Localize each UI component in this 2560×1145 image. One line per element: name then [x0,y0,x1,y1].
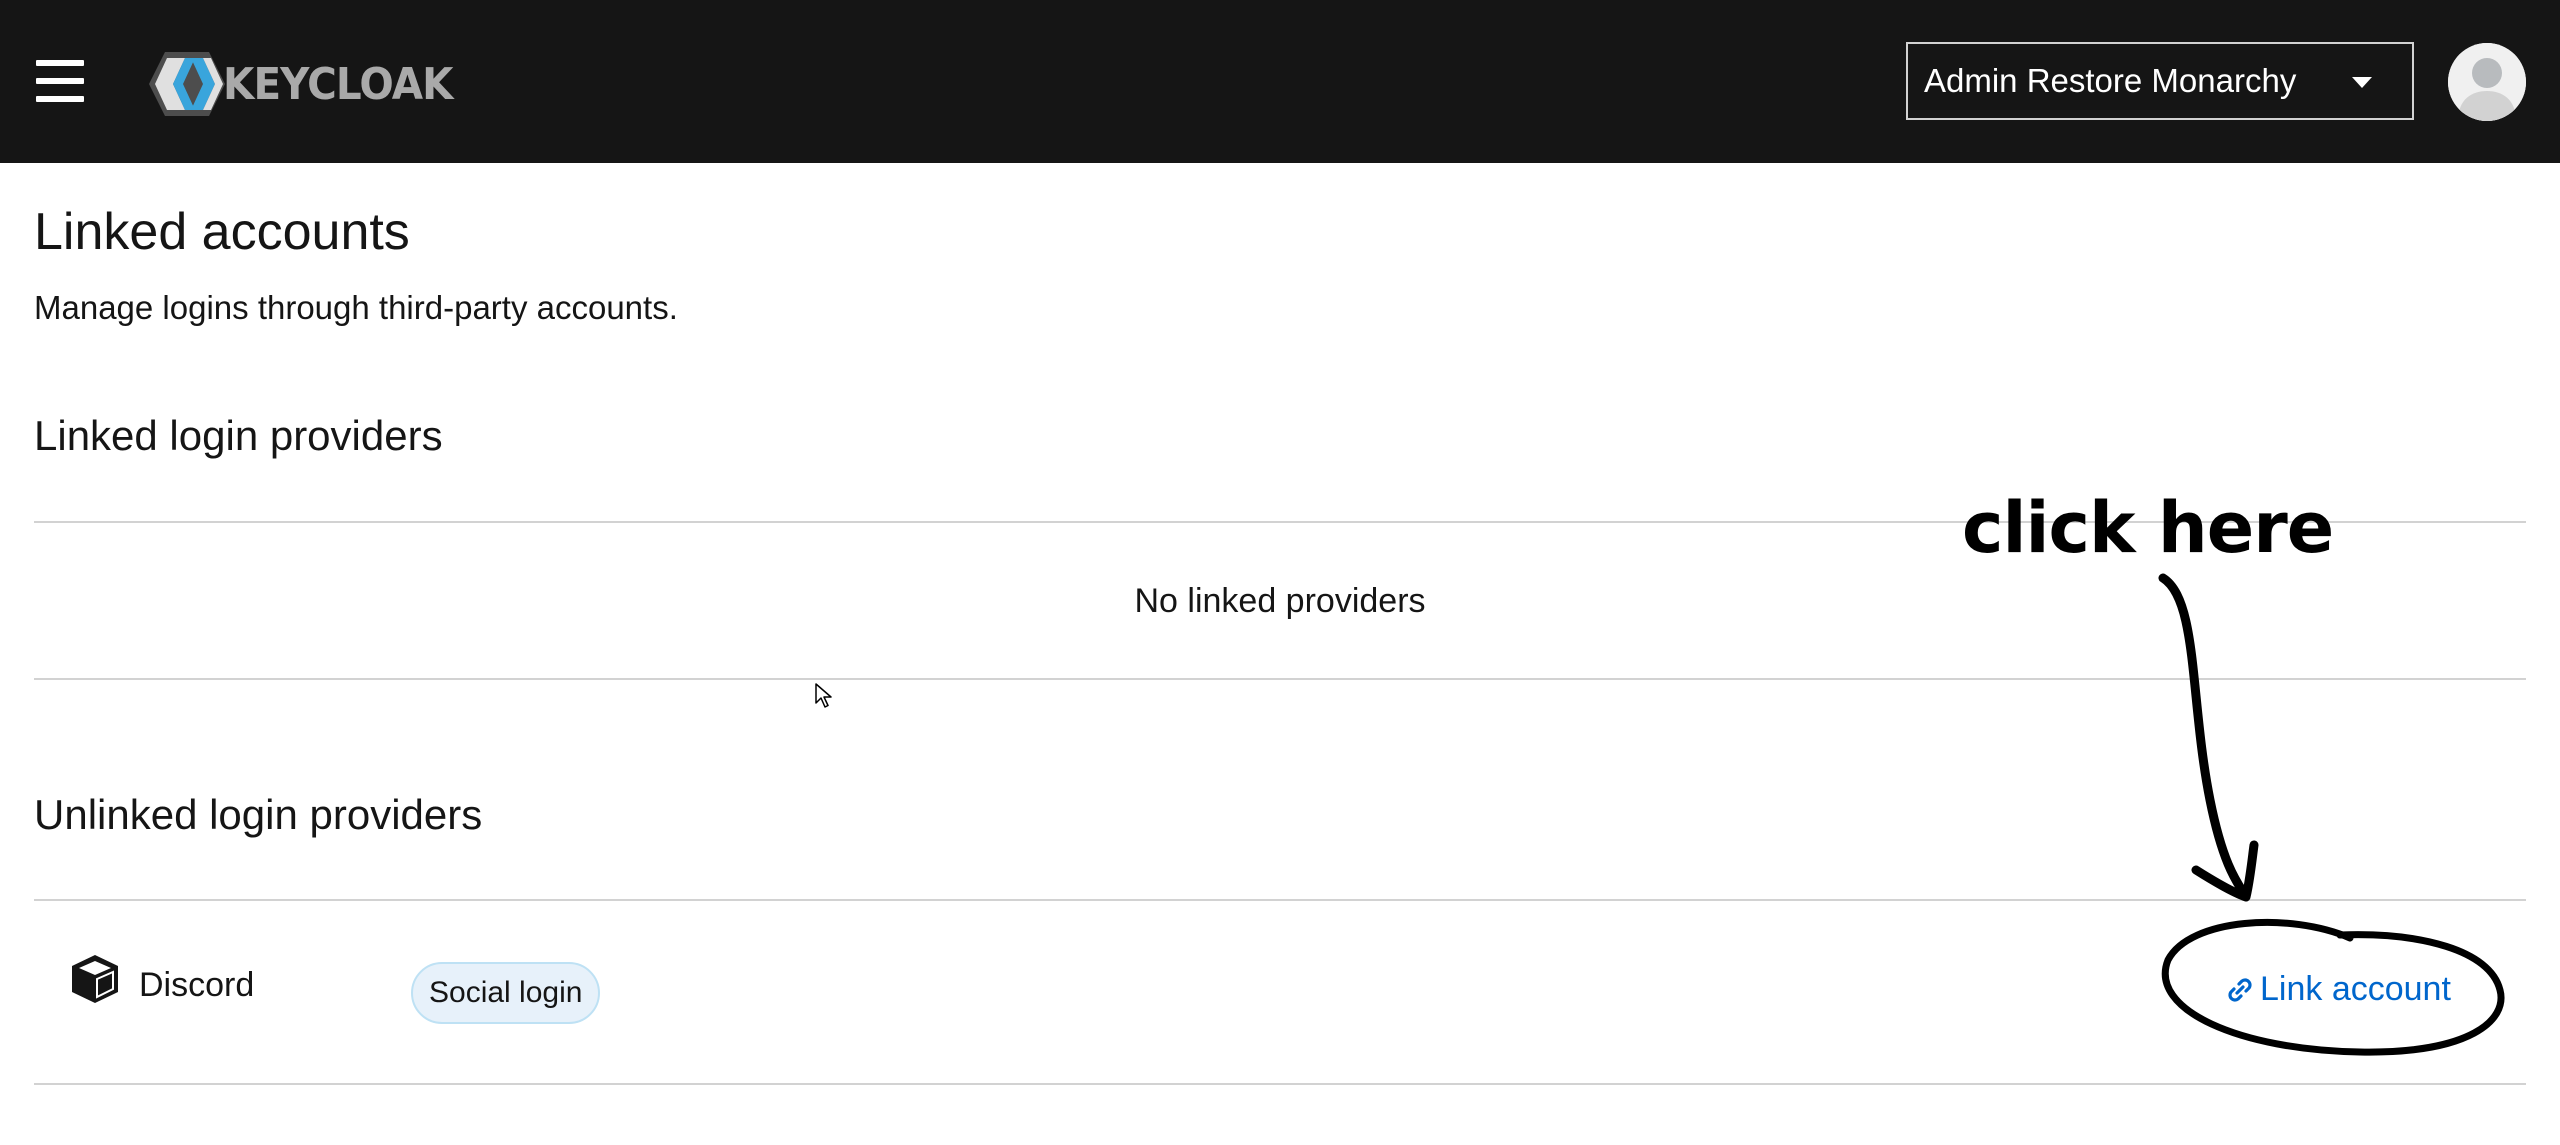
page-description: Manage logins through third-party accoun… [34,289,678,326]
caret-down-icon [2352,77,2372,88]
hamburger-icon[interactable] [36,60,84,102]
cube-icon [68,952,122,1006]
link-account-label: Link account [2260,970,2451,1008]
annotation-label: click here [1962,487,2334,569]
provider-type-badge: Social login [411,962,601,1024]
unlinked-providers-title: Unlinked login providers [34,791,483,838]
mouse-cursor-icon [815,683,832,708]
account-dropdown[interactable]: Admin Restore Monarchy [1906,42,2414,120]
brand-logo[interactable]: KEYCLOAK [145,48,473,120]
empty-state-text: No linked providers [1134,582,1426,620]
user-avatar-icon[interactable] [2448,43,2526,121]
link-icon [2228,977,2252,1002]
link-account-button[interactable]: Link account [2226,970,2451,1009]
linked-providers-title: Linked login providers [34,412,443,459]
account-dropdown-label: Admin Restore Monarchy [1924,62,2297,99]
page-title: Linked accounts [34,203,410,261]
masthead: KEYCLOAK Admin Restore Monarchy [0,0,2560,163]
divider [34,678,2526,680]
provider-row-discord: Discord Social login Link account [34,900,2526,1084]
divider [34,1083,2526,1085]
provider-name: Discord [139,966,255,1004]
brand-text: KEYCLOAK [223,58,454,110]
